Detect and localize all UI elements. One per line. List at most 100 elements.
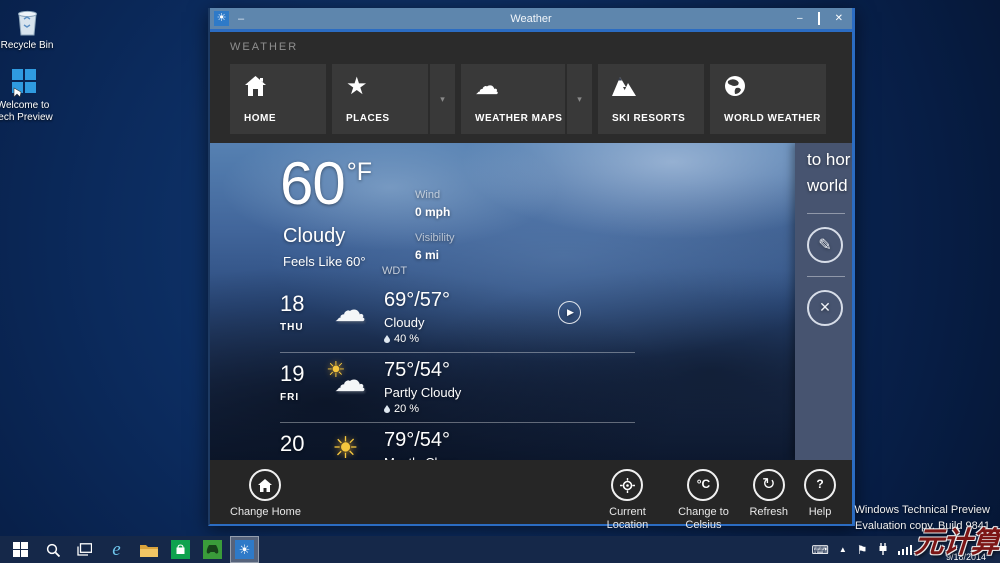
nav-label: SKI RESORTS — [612, 113, 685, 124]
show-hidden-icons-chevron[interactable]: ▲ — [839, 546, 847, 554]
nav-bar: HOME ★ PLACES ▾ ☁ WEATHER MAPS ▾ — [230, 64, 852, 134]
forecast-precip: 40 % — [384, 333, 642, 345]
maximize-button[interactable] — [818, 14, 820, 24]
task-view-button[interactable] — [71, 537, 98, 562]
nav-label: HOME — [244, 113, 276, 124]
minimize-button[interactable]: – — [797, 14, 803, 24]
right-flyout-panel: to hor world ✎ ✕ — [795, 143, 852, 460]
home-circle-icon — [249, 469, 281, 501]
nav-label: WEATHER MAPS — [475, 113, 562, 124]
current-temperature: 60°F — [280, 149, 372, 218]
nav-places-button[interactable]: ★ PLACES — [332, 64, 428, 134]
desktop-icon-label: Welcome to Tech Preview — [0, 100, 55, 124]
cloud-map-icon: ☁ — [475, 75, 499, 99]
flyout-text-line: world — [807, 173, 852, 199]
nav-label: WORLD WEATHER — [724, 113, 821, 124]
feels-like: Feels Like 60° — [283, 254, 366, 269]
nav-places-dropdown[interactable]: ▾ — [430, 64, 455, 134]
taskbar: e ☀ — [0, 536, 1000, 563]
chevron-down-icon: ▾ — [440, 94, 445, 105]
appbar-label: Change to Celsius — [673, 506, 733, 531]
internet-explorer-icon: e — [112, 539, 120, 561]
close-icon: ✕ — [819, 299, 831, 316]
flyout-divider — [807, 213, 845, 214]
nav-world-weather-button[interactable]: WORLD WEATHER — [710, 64, 826, 134]
forecast-row[interactable]: 20 ☀ 79°/54° Mostly Clear — [280, 429, 642, 460]
refresh-icon: ↻ — [753, 469, 785, 501]
droplet-icon — [384, 405, 390, 413]
search-button[interactable] — [39, 537, 66, 562]
forecast-high-low: 79°/54° — [384, 429, 642, 452]
change-home-button[interactable]: Change Home — [230, 469, 301, 524]
power-plug-icon[interactable] — [878, 543, 888, 557]
home-icon — [244, 75, 267, 102]
star-icon: ★ — [346, 75, 368, 99]
nav-home-button[interactable]: HOME — [230, 64, 326, 134]
nav-weather-maps-dropdown[interactable]: ▾ — [567, 64, 592, 134]
nav-ski-resorts-button[interactable]: SKI RESORTS — [598, 64, 704, 134]
edit-button[interactable]: ✎ — [807, 227, 843, 263]
app-header: WEATHER HOME ★ PLACES ▾ — [210, 32, 852, 143]
current-weather-panel: 60°F Cloudy Feels Like 60° Wind 0 mph Vi… — [210, 143, 852, 460]
xbox-icon — [203, 540, 222, 559]
close-button[interactable]: ✕ — [835, 14, 843, 24]
start-button[interactable] — [7, 537, 34, 562]
location-icon — [611, 469, 643, 501]
touch-keyboard-icon[interactable]: ⌨ — [811, 544, 828, 556]
desktop-icon-recycle-bin[interactable]: Recycle Bin — [0, 5, 59, 52]
flyout-text-line: to hor — [807, 147, 852, 173]
wind-value: 0 mph — [415, 205, 450, 219]
forecast-row[interactable]: 19 FRI ☀ ☁ 75°/54° Partly Cloudy 20 % — [280, 359, 642, 422]
xbox-button[interactable] — [199, 537, 226, 562]
refresh-button[interactable]: ↻ Refresh — [749, 469, 788, 519]
app-bar: Change Home Current Location °C Change t… — [210, 460, 852, 524]
weather-window: ☀ – Weather – ✕ WEATHER HOME ★ — [208, 8, 855, 526]
visibility-value: 6 mi — [415, 248, 439, 262]
title-bar[interactable]: ☀ – Weather – ✕ — [210, 8, 852, 29]
appbar-label: Help — [809, 506, 832, 519]
current-location-button[interactable]: Current Location — [597, 469, 657, 531]
mountain-icon — [612, 75, 636, 102]
forecast-condition: Mostly Clear — [384, 455, 642, 460]
appbar-label: Current Location — [597, 506, 657, 531]
globe-icon — [724, 75, 746, 102]
folder-icon — [140, 543, 158, 557]
forecast-precip: 20 % — [384, 403, 642, 415]
forecast-separator — [280, 422, 635, 423]
network-signal-icon[interactable] — [898, 545, 913, 555]
weather-taskbar-button[interactable]: ☀ — [231, 537, 258, 562]
remove-button[interactable]: ✕ — [807, 290, 843, 326]
forecast-condition: Partly Cloudy — [384, 385, 642, 400]
forecast-high-low: 69°/57° — [384, 289, 642, 312]
store-button[interactable] — [167, 537, 194, 562]
cloudy-icon: ☁ — [326, 289, 384, 337]
change-to-celsius-button[interactable]: °C Change to Celsius — [673, 469, 733, 531]
appbar-label: Refresh — [749, 506, 788, 519]
help-icon: ? — [804, 469, 836, 501]
recycle-bin-icon — [0, 5, 59, 37]
forecast-separator — [280, 352, 635, 353]
file-explorer-button[interactable] — [135, 537, 162, 562]
current-condition: Cloudy — [283, 225, 345, 248]
store-icon — [171, 540, 190, 559]
system-tray: ⌨ ▲ ⚑ — [811, 536, 912, 563]
search-icon — [46, 543, 60, 557]
app-name-label: WEATHER — [230, 41, 852, 53]
play-icon: ▶ — [567, 307, 574, 318]
forecast-list: 18 THU ☁ 69°/57° Cloudy 40 % ▶ — [280, 289, 642, 460]
desktop-icon-welcome[interactable]: Welcome to Tech Preview — [0, 65, 55, 124]
forecast-weekday: FRI — [280, 392, 326, 403]
forecast-weekday: THU — [280, 322, 326, 333]
windows-logo-icon — [13, 542, 28, 557]
help-button[interactable]: ? Help — [804, 469, 836, 519]
nav-weather-maps-button[interactable]: ☁ WEATHER MAPS — [461, 64, 565, 134]
partly-cloudy-icon: ☀ ☁ — [326, 359, 384, 407]
data-provider-label: WDT — [382, 265, 407, 277]
internet-explorer-button[interactable]: e — [103, 537, 130, 562]
flyout-divider — [807, 276, 845, 277]
forecast-row[interactable]: 18 THU ☁ 69°/57° Cloudy 40 % ▶ — [280, 289, 642, 352]
weather-sun-icon: ☀ — [235, 540, 254, 559]
action-center-flag-icon[interactable]: ⚑ — [857, 544, 868, 556]
play-forecast-button[interactable]: ▶ — [558, 301, 581, 324]
vendor-watermark: 元计算 — [914, 519, 1000, 561]
